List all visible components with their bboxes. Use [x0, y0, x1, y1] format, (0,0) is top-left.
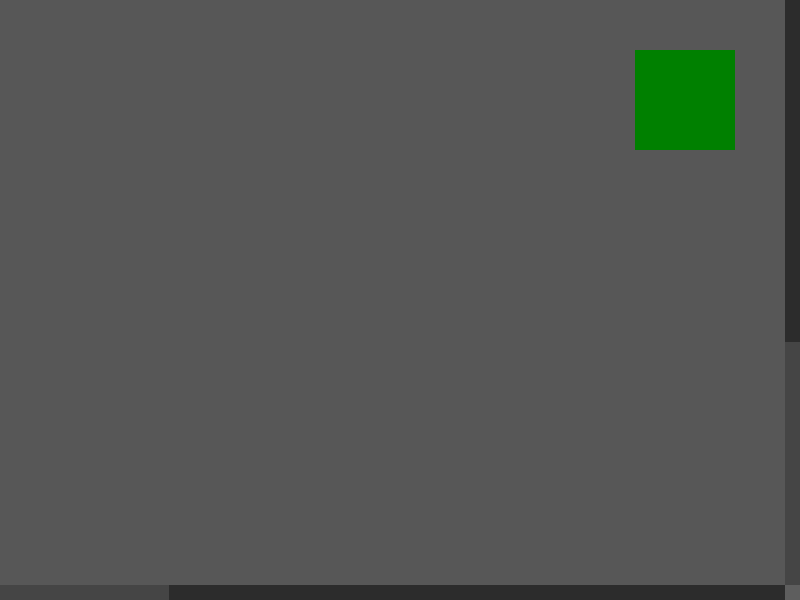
- page-viewport: [0, 0, 800, 600]
- vertical-scrollbar[interactable]: [785, 0, 800, 585]
- horizontal-scrollbar[interactable]: [0, 585, 785, 600]
- scrollbar-corner: [785, 585, 800, 600]
- green-square[interactable]: [635, 50, 735, 150]
- content-area: [0, 0, 785, 585]
- horizontal-scrollbar-thumb[interactable]: [0, 585, 169, 600]
- vertical-scrollbar-thumb[interactable]: [785, 0, 800, 342]
